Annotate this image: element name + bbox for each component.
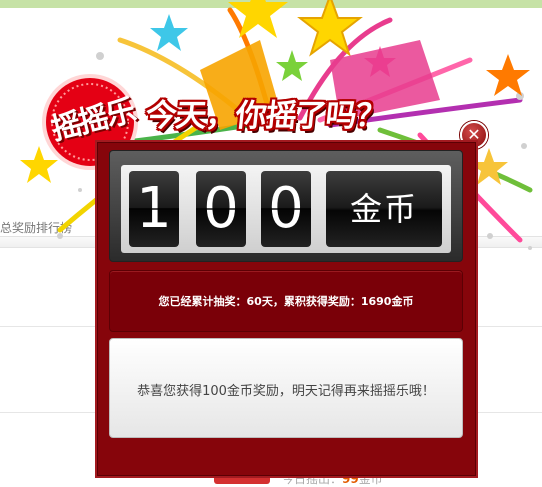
reward-dialog: 1 0 0 金币 您已经累计抽奖：60天，累积获得奖励：1690金币 恭喜您获得… [95,140,478,478]
reward-message-panel: 恭喜您获得100金币奖励，明天记得再来摇摇乐哦！ [109,338,463,438]
counter-face: 1 0 0 金币 [121,165,451,253]
stats-panel: 您已经累计抽奖：60天，累积获得奖励：1690金币 [109,270,463,332]
coin-counter: 1 0 0 金币 [109,150,463,262]
counter-digit: 0 [196,171,246,247]
page-headline: 今天，你摇了吗？ [143,98,388,134]
counter-unit: 金币 [326,171,442,247]
counter-digit: 1 [129,171,179,247]
stats-text: 您已经累计抽奖：60天，累积获得奖励：1690金币 [158,295,414,308]
counter-digit: 0 [261,171,311,247]
reward-message: 恭喜您获得100金币奖励，明天记得再来摇摇乐哦！ [137,384,435,399]
